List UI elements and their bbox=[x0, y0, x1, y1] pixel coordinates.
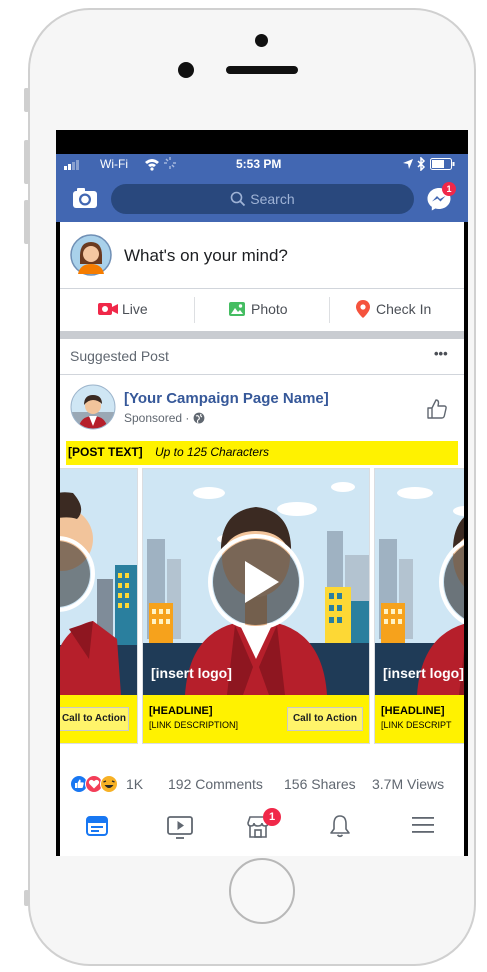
card-image: [insert logo] bbox=[375, 469, 464, 695]
facebook-top-bar: Search 1 bbox=[56, 174, 468, 222]
reactions-count[interactable]: 1K bbox=[126, 776, 143, 792]
mute-switch bbox=[24, 88, 29, 112]
photo-button[interactable]: Photo bbox=[195, 289, 329, 331]
comments-count[interactable]: 192 Comments bbox=[168, 776, 263, 792]
call-to-action-button[interactable]: Call to Action bbox=[287, 707, 363, 731]
photo-label: Photo bbox=[251, 301, 288, 317]
location-arrow-icon bbox=[402, 158, 414, 170]
location-pin-icon bbox=[356, 300, 370, 318]
composer-prompt: What's on your mind? bbox=[124, 246, 288, 265]
reactions-icon[interactable] bbox=[70, 775, 120, 793]
post-text-hint: Up to 125 Characters bbox=[155, 445, 270, 459]
live-video-icon bbox=[98, 301, 118, 317]
page-avatar[interactable] bbox=[70, 384, 116, 430]
live-label: Live bbox=[122, 301, 148, 317]
card-link-description: [LINK DESCRIPTION] bbox=[149, 720, 239, 730]
views-count: 3.7M Views bbox=[372, 776, 445, 792]
check-in-button[interactable]: Check In bbox=[330, 289, 464, 331]
bottom-navigation: 1 bbox=[60, 802, 464, 850]
section-divider bbox=[60, 331, 464, 339]
ad-carousel[interactable]: Call to Action [insert logo] [HEADLINE] … bbox=[60, 468, 464, 746]
card-footer: [HEADLINE] [LINK DESCRIPTION] Call to Ac… bbox=[143, 695, 369, 743]
search-icon bbox=[230, 187, 246, 207]
proximity-sensor bbox=[255, 34, 268, 47]
sponsored-label: Sponsored · bbox=[124, 411, 190, 425]
front-camera bbox=[178, 62, 194, 78]
watch-video-icon[interactable] bbox=[167, 816, 193, 840]
volume-down-button bbox=[24, 200, 29, 244]
menu-icon[interactable] bbox=[412, 816, 434, 834]
search-placeholder: Search bbox=[250, 191, 295, 207]
wifi-icon bbox=[144, 157, 160, 171]
insert-logo-label: [insert logo] bbox=[151, 665, 232, 681]
photo-icon bbox=[229, 300, 247, 318]
notifications-bell-icon[interactable] bbox=[329, 814, 351, 838]
post-text: [POST TEXT] Up to 125 Characters bbox=[66, 441, 458, 465]
messenger-badge: 1 bbox=[442, 182, 456, 196]
card-headline: [HEADLINE] bbox=[381, 705, 445, 717]
globe-icon bbox=[193, 411, 205, 424]
card-footer: [HEADLINE] [LINK DESCRIPT bbox=[375, 695, 464, 743]
battery-icon bbox=[430, 158, 456, 170]
bluetooth-icon bbox=[416, 156, 426, 172]
card-footer: Call to Action bbox=[60, 695, 137, 743]
post-text-label: [POST TEXT] bbox=[68, 445, 143, 459]
like-page-icon[interactable] bbox=[426, 398, 448, 420]
check-in-label: Check In bbox=[376, 301, 432, 317]
home-button[interactable] bbox=[229, 858, 295, 924]
marketplace-badge: 1 bbox=[263, 808, 281, 826]
earpiece-speaker bbox=[226, 66, 298, 74]
carousel-card[interactable]: [insert logo] [HEADLINE] [LINK DESCRIPTI… bbox=[142, 468, 370, 744]
news-feed: What's on your mind? Live Photo Check In… bbox=[60, 222, 464, 856]
phone-side-detail bbox=[24, 890, 29, 906]
carousel-card[interactable]: Call to Action bbox=[60, 468, 138, 744]
divider bbox=[60, 374, 464, 375]
card-image bbox=[60, 469, 137, 695]
volume-up-button bbox=[24, 140, 29, 184]
composer-actions: Live Photo Check In bbox=[60, 289, 464, 331]
loading-icon bbox=[164, 157, 176, 169]
card-headline: [HEADLINE] bbox=[149, 705, 213, 717]
carrier-label: Wi-Fi bbox=[100, 157, 128, 171]
phone-screen: Wi-Fi 5:53 PM Search 1 What's on your mi… bbox=[56, 130, 468, 856]
page-name-link[interactable]: [Your Campaign Page Name] bbox=[124, 390, 329, 407]
clock: 5:53 PM bbox=[236, 157, 282, 171]
camera-icon[interactable] bbox=[72, 186, 100, 210]
post-stats: 1K 192 Comments 156 Shares 3.7M Views bbox=[60, 772, 464, 796]
card-link-description: [LINK DESCRIPT bbox=[381, 720, 452, 730]
signal-icon bbox=[64, 158, 84, 170]
live-button[interactable]: Live bbox=[60, 289, 194, 331]
carousel-card[interactable]: [insert logo] [HEADLINE] [LINK DESCRIPT bbox=[374, 468, 464, 744]
insert-logo-label: [insert logo] bbox=[383, 665, 464, 681]
suggested-post-label: Suggested Post bbox=[70, 348, 169, 364]
search-bar[interactable]: Search bbox=[111, 184, 414, 214]
shares-count[interactable]: 156 Shares bbox=[284, 776, 356, 792]
news-feed-icon[interactable] bbox=[86, 816, 108, 836]
more-options-button[interactable]: ••• bbox=[434, 346, 448, 361]
status-bar: Wi-Fi 5:53 PM bbox=[56, 154, 468, 174]
call-to-action-button[interactable]: Call to Action bbox=[60, 707, 129, 731]
user-avatar bbox=[70, 234, 112, 276]
card-image: [insert logo] bbox=[143, 469, 369, 695]
composer[interactable]: What's on your mind? bbox=[60, 222, 464, 288]
